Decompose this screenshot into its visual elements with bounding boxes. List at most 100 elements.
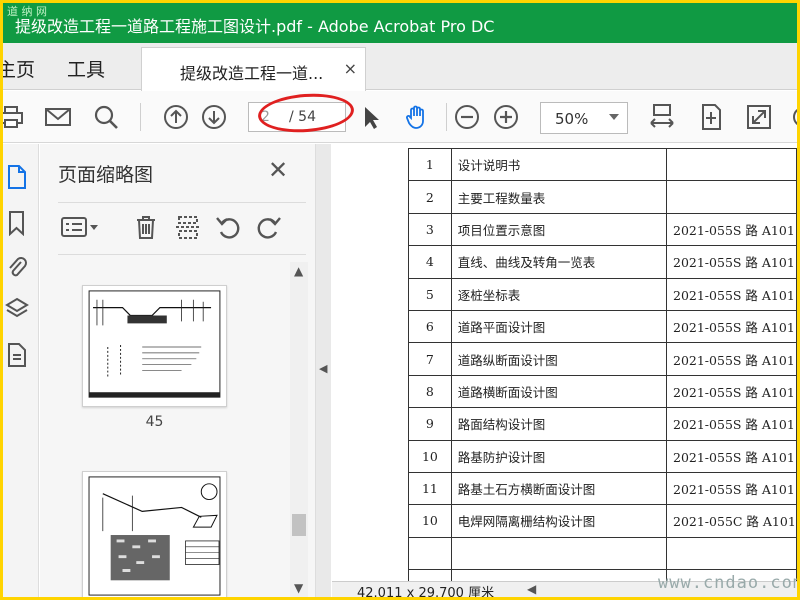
scrollbar-thumb[interactable]	[292, 514, 306, 536]
table-row	[408, 536, 797, 571]
watermark-text: www.cndao.com	[658, 573, 797, 593]
row-number-cell: 4	[408, 245, 452, 279]
app-window: 道 纳 网 提级改造工程一道路工程施工图设计.pdf - Adobe Acrob…	[3, 3, 797, 597]
hand-tool-icon[interactable]	[401, 101, 433, 133]
page-down-icon[interactable]	[198, 101, 230, 133]
toolbar: 2 / 54 50%	[3, 91, 797, 143]
close-panel-icon[interactable]: ✕	[268, 156, 288, 184]
drawing-code-cell	[666, 147, 797, 182]
options-menu-icon[interactable]	[58, 210, 102, 244]
fit-page-icon[interactable]	[695, 101, 727, 133]
table-row: 10 路基防护设计图 2021-055S 路 A101	[408, 439, 797, 473]
scroll-up-icon[interactable]: ▲	[294, 264, 303, 278]
rotate-left-icon[interactable]	[212, 210, 244, 244]
layers-icon[interactable]	[5, 296, 29, 322]
chevron-left-icon: ◀	[319, 362, 328, 375]
table-row: 4 直线、曲线及转角一览表 2021-055S 路 A101	[408, 245, 797, 279]
drawing-code-cell: 2021-055C 路 A101	[666, 504, 797, 538]
table-row: 2 主要工程数量表	[408, 180, 797, 214]
row-number-cell: 8	[408, 374, 452, 409]
fit-width-icon[interactable]	[646, 101, 678, 133]
drawing-code-cell: 2021-055S 路 A101	[666, 277, 797, 311]
tab-home[interactable]: 主页	[3, 55, 35, 82]
drawing-code-cell: 2021-055S 路 A101	[666, 212, 797, 247]
navigation-rail	[3, 144, 39, 597]
drawing-code-cell: 2021-055S 路 A101	[666, 342, 797, 376]
drawing-code-cell	[666, 536, 797, 571]
total-pages-label: / 54	[289, 109, 316, 125]
page-up-icon[interactable]	[160, 101, 192, 133]
row-number-cell: 6	[408, 309, 452, 344]
drawing-name-cell: 逐桩坐标表	[450, 277, 668, 311]
title-bar: 道 纳 网 提级改造工程一道路工程施工图设计.pdf - Adobe Acrob…	[3, 3, 797, 43]
bookmark-icon[interactable]	[5, 210, 29, 236]
page-thumbnails-icon[interactable]	[5, 164, 29, 190]
page-number-field[interactable]: 2 / 54	[248, 102, 346, 132]
drawing-code-cell: 2021-055S 路 A101	[666, 471, 797, 506]
panel-divider	[58, 254, 306, 255]
document-icon[interactable]	[5, 342, 29, 368]
drawing-name-cell: 电焊网隔离栅结构设计图	[450, 504, 668, 538]
row-number-cell	[408, 536, 452, 571]
drawing-name-cell	[450, 536, 668, 571]
page-thumbnail[interactable]	[82, 285, 227, 407]
fullscreen-icon[interactable]	[743, 101, 775, 133]
zoom-value: 50%	[555, 110, 589, 128]
drawing-code-cell: 2021-055S 路 A101	[666, 407, 797, 441]
document-tab-label: 提级改造工程一道...	[180, 64, 324, 83]
row-number-cell: 9	[408, 407, 452, 441]
row-number-cell	[408, 569, 452, 581]
row-number-cell: 2	[408, 180, 452, 214]
drawing-code-cell	[666, 180, 797, 214]
attachment-icon[interactable]	[5, 254, 29, 280]
document-view[interactable]: 1 设计说明书 2 主要工程数量表 3 项目位置示意图 2021-055S 路 A101 4 直…	[332, 144, 797, 581]
more-tools-icon[interactable]	[787, 101, 797, 133]
chevron-down-icon	[609, 114, 619, 120]
mail-icon[interactable]	[42, 101, 74, 133]
scroll-down-icon[interactable]: ▼	[294, 581, 303, 595]
row-number-cell: 7	[408, 342, 452, 376]
zoom-out-icon[interactable]	[451, 101, 483, 133]
page-thumbnails-panel: 页面缩略图 ✕ 45 ▲ ▼	[40, 144, 315, 597]
select-cursor-icon[interactable]	[355, 101, 387, 133]
row-number-cell: 5	[408, 277, 452, 311]
tab-tools[interactable]: 工具	[67, 55, 105, 82]
print-icon[interactable]	[3, 101, 27, 133]
tab-document[interactable]: 提级改造工程一道... ×	[141, 47, 366, 91]
table-row: 1 设计说明书	[408, 147, 797, 182]
table-row: 11 路基土石方横断面设计图 2021-055S 路 A101	[408, 471, 797, 506]
search-icon[interactable]	[90, 101, 122, 133]
zoom-select[interactable]: 50%	[540, 102, 628, 134]
drawing-sheet-thumbnail	[88, 476, 221, 596]
extract-pages-icon[interactable]	[172, 210, 204, 244]
close-tab-icon[interactable]: ×	[344, 59, 357, 78]
table-row: 7 道路纵断面设计图 2021-055S 路 A101	[408, 342, 797, 376]
table-row: 6 道路平面设计图 2021-055S 路 A101	[408, 309, 797, 344]
drawing-name-cell: 路基土石方横断面设计图	[450, 471, 668, 506]
trash-icon[interactable]	[130, 210, 162, 244]
table-row: 8 道路横断面设计图 2021-055S 路 A101	[408, 374, 797, 409]
table-row: 10 电焊网隔离栅结构设计图 2021-055C 路 A101	[408, 504, 797, 538]
panel-title: 页面缩略图	[58, 164, 154, 186]
rotate-right-icon[interactable]	[253, 210, 285, 244]
collapse-panel-handle[interactable]: ◀	[315, 144, 331, 597]
toolbar-separator	[446, 103, 447, 131]
drawing-name-cell: 设计说明书	[450, 147, 668, 182]
row-number-cell: 10	[408, 439, 452, 473]
toolbar-separator	[140, 103, 141, 131]
table-row: 9 路面结构设计图 2021-055S 路 A101	[408, 407, 797, 441]
table-row: 5 逐桩坐标表 2021-055S 路 A101	[408, 277, 797, 311]
current-page-input[interactable]: 2	[261, 109, 270, 125]
panel-scrollbar[interactable]: ▲ ▼	[290, 262, 308, 597]
tab-bar: 主页 工具 提级改造工程一道... ×	[3, 43, 797, 91]
drawing-sheet-thumbnail	[88, 290, 221, 398]
zoom-in-icon[interactable]	[490, 101, 522, 133]
page-number-label: 45	[145, 414, 164, 430]
drawing-name-cell: 路基防护设计图	[450, 439, 668, 473]
panel-divider	[58, 202, 306, 203]
drawing-index-table: 1 设计说明书 2 主要工程数量表 3 项目位置示意图 2021-055S 路 A101 4 直…	[408, 147, 797, 581]
page-thumbnail[interactable]	[82, 471, 227, 597]
page-dimensions: 42.011 x 29.700 厘米	[357, 586, 495, 597]
scroll-left-icon[interactable]: ◀	[527, 582, 536, 596]
drawing-code-cell: 2021-055S 路 A101	[666, 374, 797, 409]
